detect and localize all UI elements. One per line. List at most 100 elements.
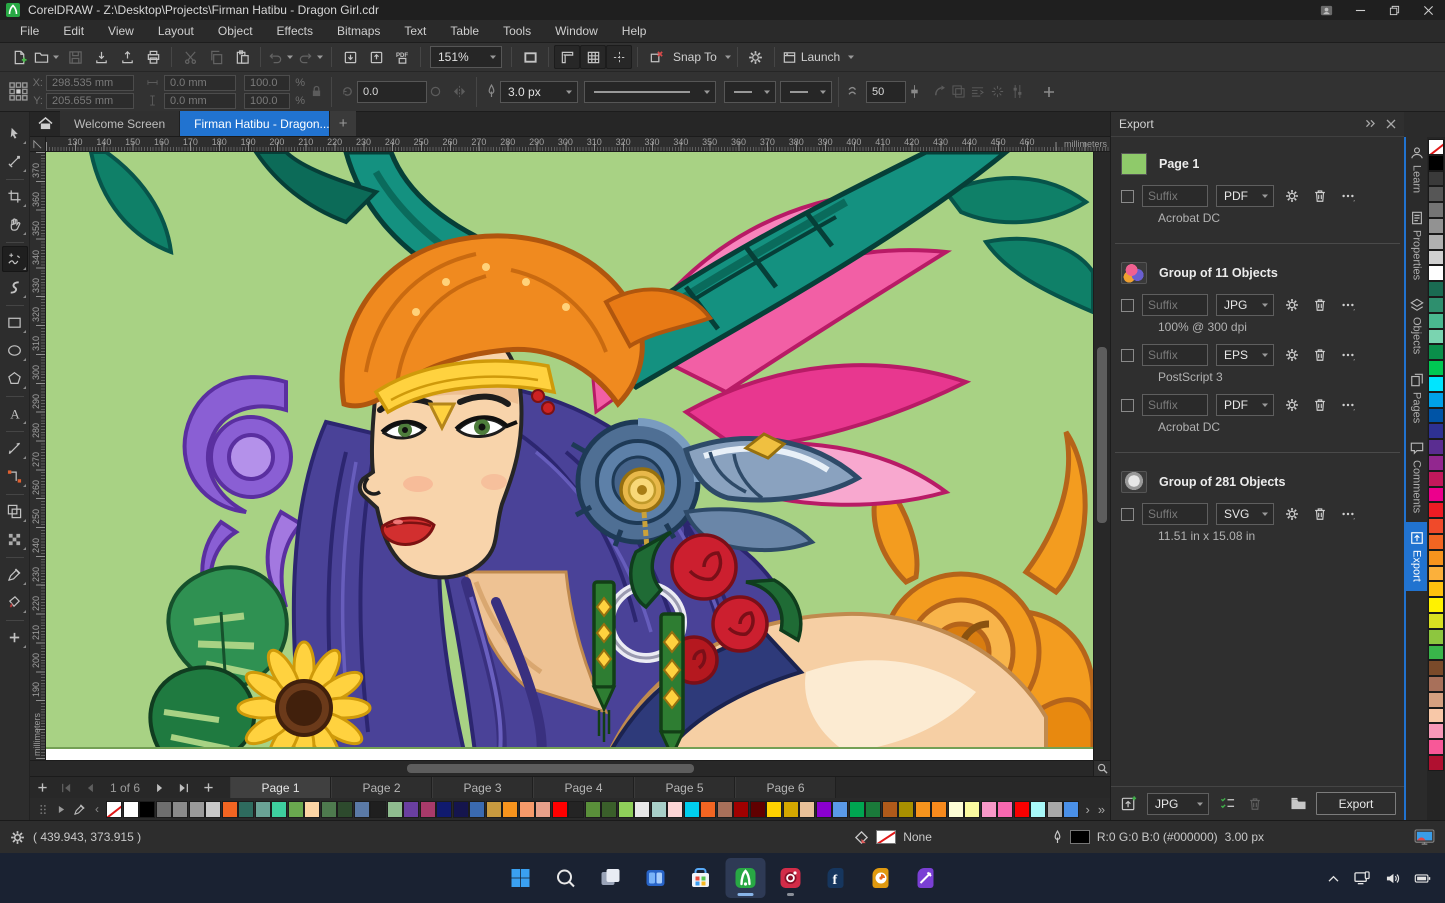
menu-table[interactable]: Table [438,20,491,42]
color-swatch[interactable] [403,800,419,818]
select-all-checklist-icon[interactable] [1217,796,1237,811]
color-swatch[interactable] [568,800,584,818]
color-swatch[interactable] [1428,360,1444,376]
format-select[interactable]: EPS [1216,344,1274,366]
palette-drag-handle-icon[interactable] [34,800,52,818]
taskbar-file-explorer[interactable] [635,858,675,898]
color-swatch[interactable] [551,800,568,818]
color-swatch[interactable] [931,800,947,818]
more-options-icon[interactable] [1338,348,1358,362]
menu-tools[interactable]: Tools [491,20,543,42]
undo-button[interactable] [266,45,296,69]
chevron-down-icon[interactable] [724,53,732,61]
color-swatch[interactable] [782,800,799,818]
save-button[interactable] [62,45,88,69]
object-y-field[interactable]: 205.655 mm [46,92,134,109]
export-row-checkbox[interactable] [1121,507,1134,521]
outline-status[interactable]: R:0 G:0 B:0 (#000000) 3.00 px [1052,829,1264,845]
color-swatch[interactable] [1428,644,1444,661]
last-page-button[interactable] [172,777,196,798]
color-swatch[interactable] [1428,612,1444,629]
contour-tool[interactable] [2,498,28,524]
taskbar-corel-photo-paint[interactable] [770,858,810,898]
color-swatch[interactable] [865,800,881,818]
palette-options-arrow-icon[interactable] [52,800,70,818]
color-swatch[interactable] [1063,800,1079,818]
color-swatch[interactable] [205,800,221,818]
previous-page-button[interactable] [78,777,102,798]
copy-button[interactable] [203,45,229,69]
export-row-checkbox[interactable] [1121,189,1134,203]
eyedropper-tool[interactable] [2,561,28,587]
taskbar-coreldraw[interactable] [725,858,765,898]
interactive-fill-tool[interactable] [2,589,28,615]
color-swatch[interactable] [436,800,452,818]
suffix-input[interactable] [1142,294,1208,316]
account-icon[interactable] [1309,0,1343,20]
maximize-button[interactable] [1377,0,1411,20]
drawing-canvas[interactable] [46,152,1093,760]
palette-scroll-right-icon[interactable]: › [1086,802,1090,817]
color-swatch[interactable] [1428,312,1444,329]
taskbar-microsoft-store[interactable] [680,858,720,898]
new-document-tab-button[interactable]: + [330,111,357,136]
show-grid-button[interactable] [580,45,606,69]
next-page-button[interactable] [148,777,172,798]
object-x-field[interactable]: 298.535 mm [46,74,134,91]
docker-tab-learn[interactable]: Learn [1406,137,1427,202]
color-swatch[interactable] [1428,628,1444,645]
color-swatch[interactable] [1030,800,1046,818]
palette-eyedropper-icon[interactable] [70,800,88,818]
line-style-select[interactable] [584,80,716,103]
color-swatch[interactable] [1428,265,1444,282]
print-button[interactable] [140,45,166,69]
menu-edit[interactable]: Edit [51,20,96,42]
delete-export-row-icon[interactable] [1310,398,1330,412]
color-swatch[interactable] [304,800,320,818]
document-tab-2[interactable]: Firman Hatibu - Dragon... [180,111,331,136]
battery-icon[interactable] [1414,873,1431,883]
add-page-button[interactable] [30,777,54,798]
menu-file[interactable]: File [8,20,51,42]
color-swatch[interactable] [1428,154,1444,171]
network-icon[interactable] [1354,870,1371,886]
zoom-level-select[interactable]: 151% [430,46,502,68]
connector-tool[interactable] [2,463,28,489]
color-swatch[interactable] [1428,407,1444,424]
suffix-input[interactable] [1142,344,1208,366]
docker-tab-export[interactable]: Export [1406,521,1427,591]
color-swatch[interactable] [650,800,667,818]
color-swatch[interactable] [848,800,865,818]
color-swatch[interactable] [1428,249,1444,266]
color-swatch[interactable] [700,800,716,818]
first-page-button[interactable] [54,777,78,798]
color-swatch[interactable] [188,800,205,818]
export-row-checkbox[interactable] [1121,398,1134,412]
show-guidelines-button[interactable] [606,45,632,69]
end-arrowhead-select[interactable] [780,80,832,103]
color-swatch[interactable] [716,800,733,818]
color-swatch[interactable] [1428,565,1444,582]
docker-tab-comments[interactable]: Comments [1406,432,1427,522]
delete-export-row-icon[interactable] [1310,507,1330,521]
color-swatch[interactable] [419,800,436,818]
horizontal-scrollbar-thumb[interactable] [407,764,695,773]
close-button[interactable] [1411,0,1445,20]
format-select[interactable]: SVG [1216,503,1274,525]
no-color-swatch[interactable] [106,800,122,818]
color-swatch[interactable] [766,800,782,818]
color-swatch[interactable] [122,800,139,818]
color-swatch[interactable] [1428,518,1444,534]
zoom-magnifier-icon[interactable] [1093,761,1110,776]
more-options-icon[interactable] [1338,298,1358,312]
import-arrow-button[interactable] [88,45,114,69]
text-tool[interactable]: A [2,400,28,426]
delete-export-row-icon[interactable] [1310,189,1330,203]
docker-tab-pages[interactable]: Pages [1406,364,1427,432]
export-settings-gear-icon[interactable] [1282,348,1302,362]
color-swatch[interactable] [898,800,914,818]
menu-text[interactable]: Text [392,20,438,42]
vertical-ruler[interactable]: millimeters 370 360 350 340 330 320 310 300 290 2… [30,152,46,760]
snap-off-button[interactable] [643,45,669,69]
more-options-icon[interactable] [1338,398,1358,412]
